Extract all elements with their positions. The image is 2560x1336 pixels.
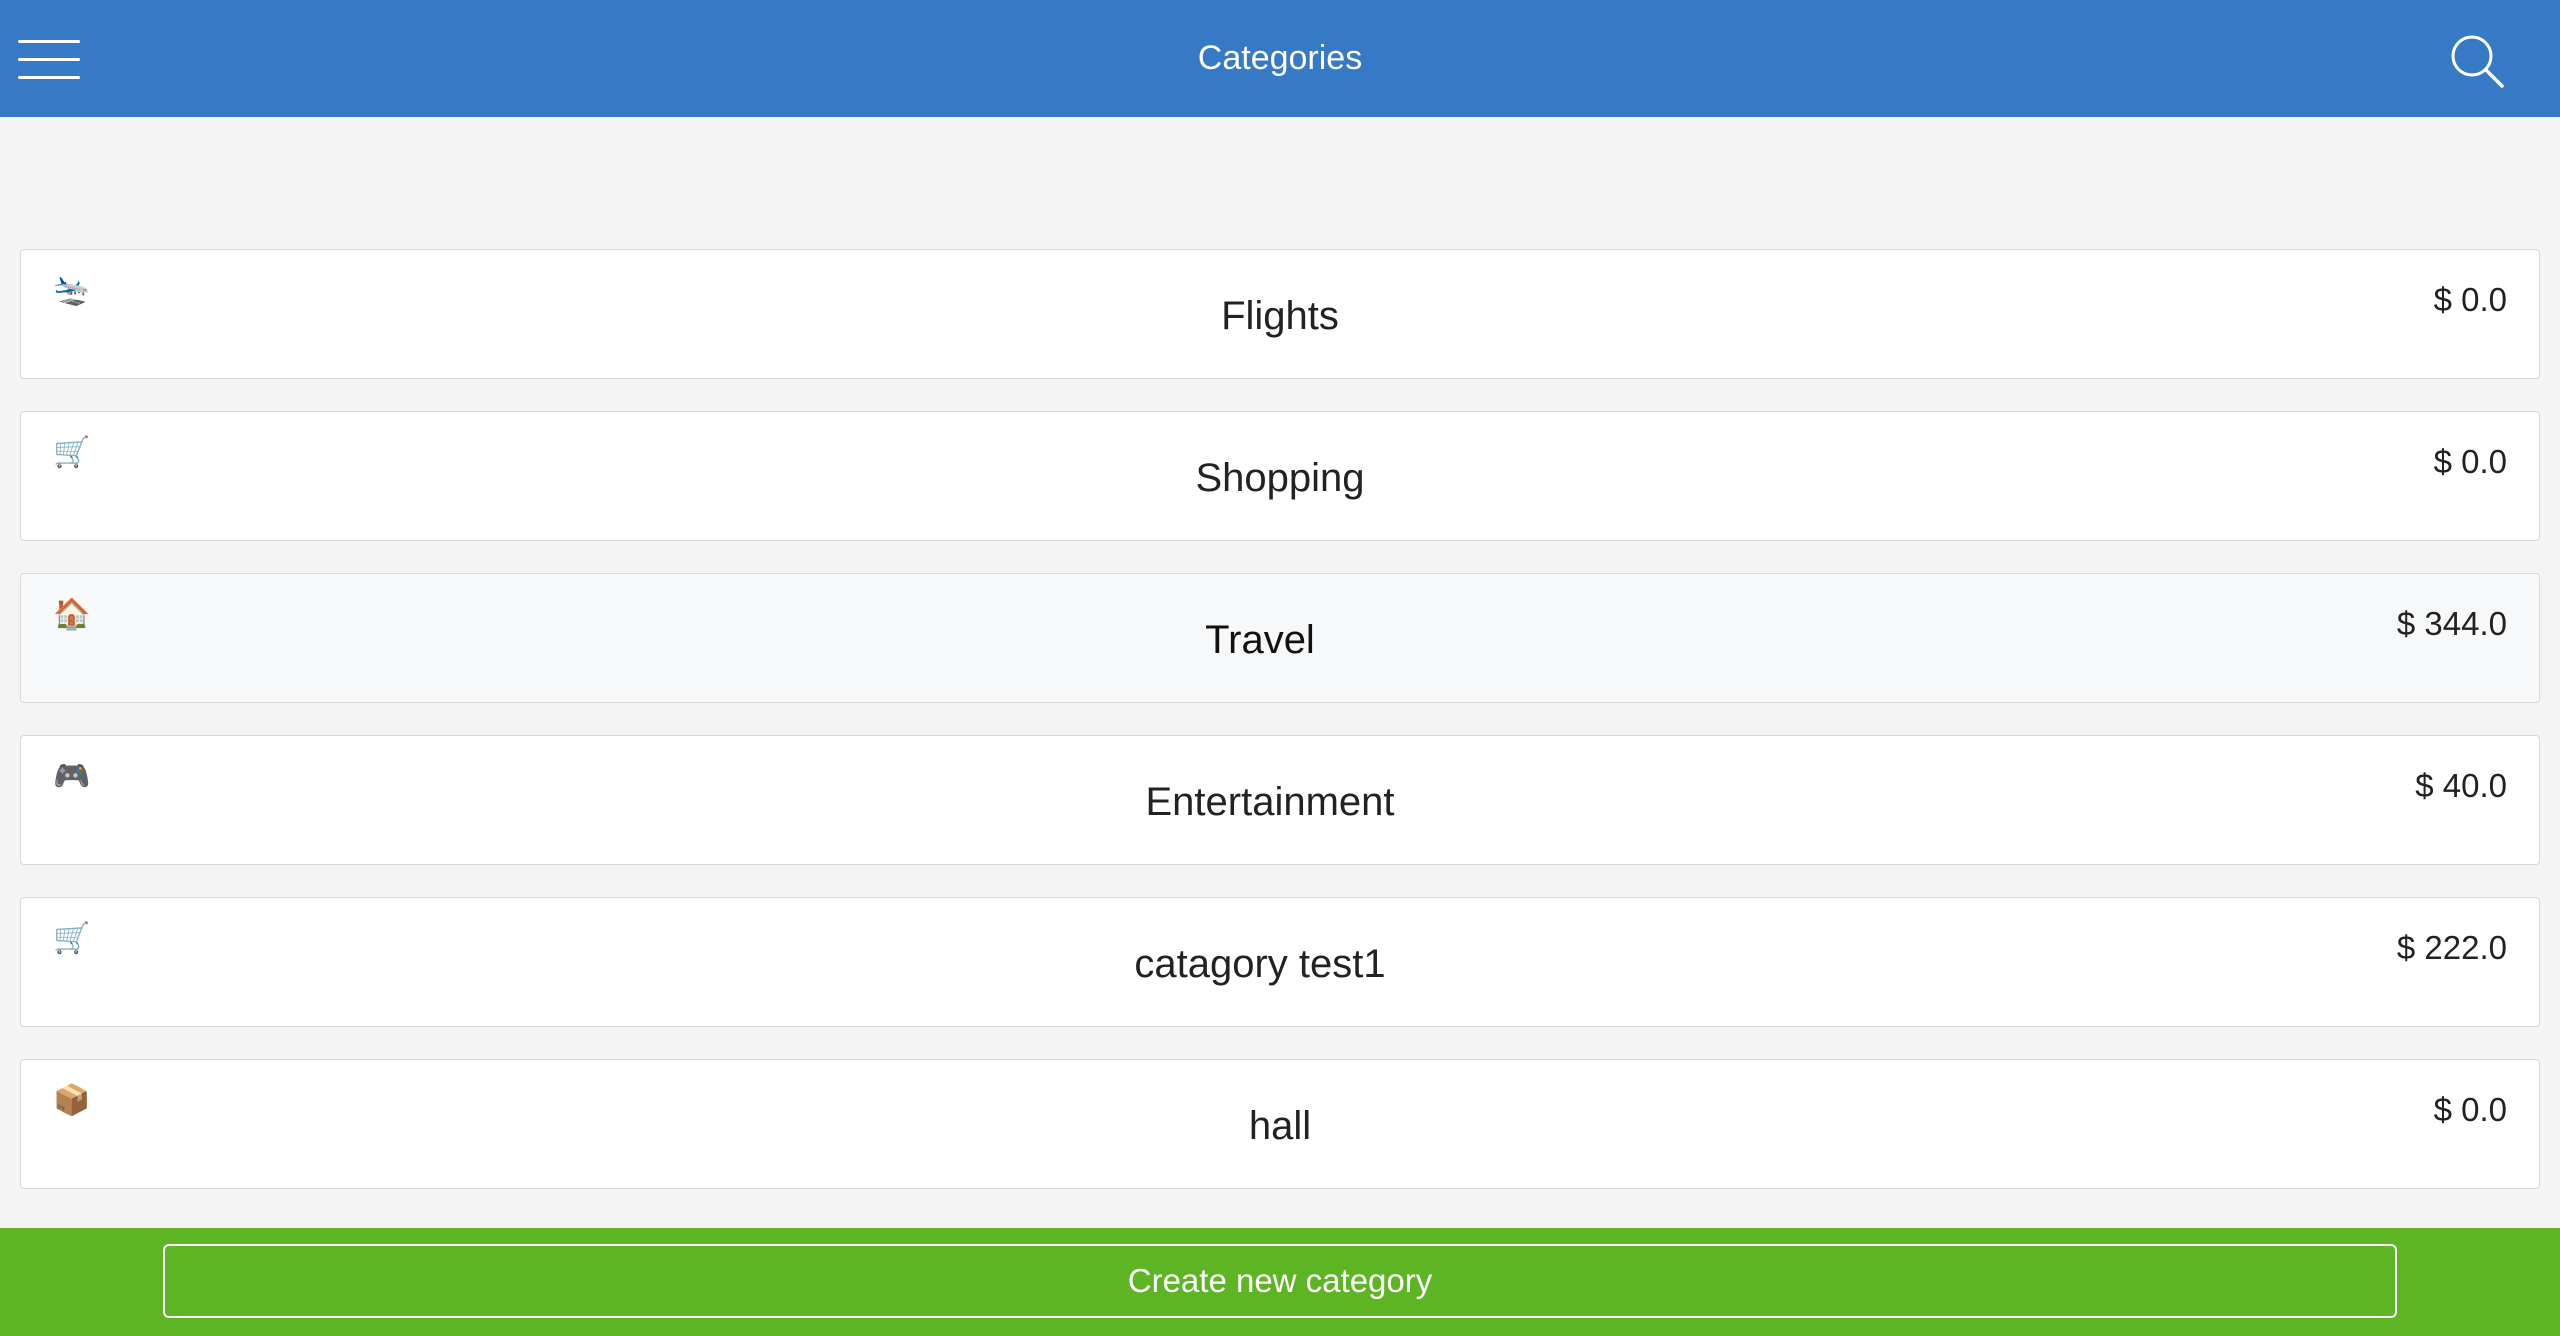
search-icon[interactable] [2448, 32, 2506, 90]
category-row-travel[interactable]: 🏠 Travel $ 344.0 [20, 573, 2540, 703]
category-name: hall [1248, 1104, 1312, 1148]
category-row-shopping[interactable]: 🛒 Shopping $ 0.0 [20, 411, 2540, 541]
category-row-catagory-test1[interactable]: 🛒 catagory test1 $ 222.0 [20, 897, 2540, 1027]
category-list: 🛬 Flights $ 0.0 🛒 Shopping $ 0.0 🏠 Trave… [20, 249, 2540, 1221]
category-amount: $ 222.0 [2396, 929, 2507, 966]
page-title: Categories [1197, 39, 1363, 77]
category-name: Entertainment [1145, 780, 1395, 824]
category-amount: $ 0.0 [2433, 281, 2507, 318]
category-row-flights[interactable]: 🛬 Flights $ 0.0 [20, 249, 2540, 379]
top-app-bar: Categories [0, 0, 2560, 117]
category-row-entertainment[interactable]: 🎮 Entertainment $ 40.0 [20, 735, 2540, 865]
category-name: catagory test1 [1134, 942, 1386, 986]
category-amount: $ 344.0 [2396, 605, 2507, 642]
category-amount: $ 0.0 [2433, 443, 2507, 480]
footer-bar: Create new category [0, 1228, 2560, 1336]
category-amount: $ 0.0 [2433, 1091, 2507, 1128]
category-row-hall[interactable]: 📦 hall $ 0.0 [20, 1059, 2540, 1189]
category-name: Shopping [1195, 456, 1365, 500]
category-name: Travel [1205, 618, 1315, 662]
category-name: Flights [1221, 294, 1339, 338]
create-new-category-button[interactable]: Create new category [163, 1244, 2397, 1318]
category-amount: $ 40.0 [2415, 767, 2507, 804]
